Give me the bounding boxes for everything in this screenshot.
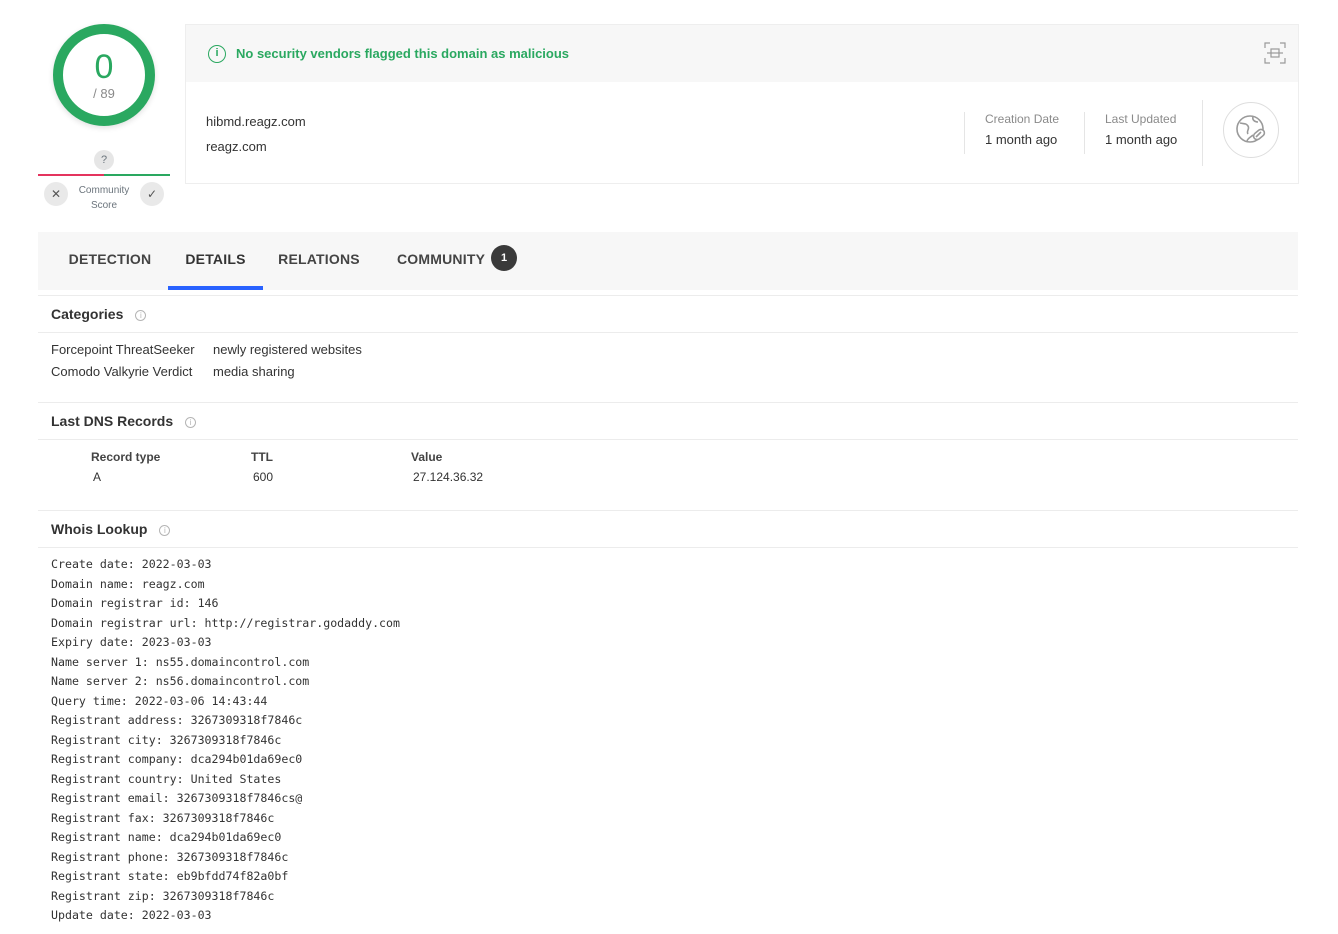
community-score-bar [38, 174, 170, 176]
community-score-label: Community Score [78, 185, 130, 211]
whois-line: Registrant zip: 3267309318f7846c [51, 888, 275, 903]
score-ring: 0 / 89 [53, 24, 155, 126]
divider [38, 510, 1298, 511]
help-circle-icon[interactable]: i [159, 524, 171, 536]
domain-summary-card: i No security vendors flagged this domai… [185, 24, 1299, 184]
whois-line: Domain registrar url: http://registrar.g… [51, 615, 401, 630]
whois-line: Registrant email: 3267309318f7846cs@ [51, 791, 303, 805]
whois-line: Registrant country: United States [51, 771, 282, 786]
active-tab-indicator [168, 286, 263, 290]
whois-line: Registrant city: 3267309318f7846c [51, 732, 282, 747]
detection-score: 0 / 89 [53, 24, 155, 126]
category-row: Comodo Valkyrie Verdict media sharing [51, 364, 295, 379]
whois-line: Registrant company: dca294b01da69ec0 [51, 752, 303, 766]
divider [38, 439, 1298, 440]
info-circle-icon: i [208, 44, 226, 63]
tab-relations[interactable]: RELATIONS [273, 232, 365, 290]
community-score: ? ✕ Community Score ✓ [38, 148, 170, 218]
divider [38, 547, 1298, 548]
whois-text: Create date: 2022-03-03 Domain name: rea… [51, 555, 400, 926]
score-total: / 89 [93, 85, 115, 101]
whois-line: Name server 2: ns56.domaincontrol.com [51, 674, 310, 688]
upvote-icon[interactable]: ✓ [140, 182, 164, 206]
whois-line: Registrant phone: 3267309318f7846c [51, 849, 289, 864]
dns-record-type: A [93, 470, 102, 484]
tab-bar: DETECTION DETAILS RELATIONS COMMUNITY 1 [38, 232, 1298, 290]
domain-info: hibmd.reagz.com reagz.com Creation Date … [186, 82, 1298, 183]
dns-records-heading: Last DNS Records i [51, 413, 197, 429]
status-banner: i No security vendors flagged this domai… [186, 25, 1298, 82]
whois-line: Domain name: reagz.com [51, 576, 205, 591]
dns-header-value: Value [411, 450, 443, 464]
meta-divider [1202, 100, 1203, 166]
creation-date: Creation Date 1 month ago [964, 112, 1059, 154]
whois-line: Create date: 2022-03-03 [51, 557, 212, 571]
whois-line: Name server 1: ns55.domaincontrol.com [51, 654, 310, 669]
globe-link-icon [1223, 102, 1279, 158]
dns-header-record-type: Record type [91, 450, 161, 464]
whois-line: Registrant state: eb9bfdd74f82a0bf [51, 869, 289, 883]
help-circle-icon[interactable]: i [135, 309, 147, 321]
whois-line: Update date: 2022-03-03 [51, 908, 212, 922]
categories-heading: Categories i [51, 306, 147, 322]
category-row: Forcepoint ThreatSeeker newly registered… [51, 342, 362, 357]
divider [38, 295, 1298, 296]
whois-line: Expiry date: 2023-03-03 [51, 635, 212, 649]
dns-header-ttl: TTL [251, 450, 273, 464]
dns-value[interactable]: 27.124.36.32 [413, 470, 483, 484]
parent-domain[interactable]: reagz.com [206, 139, 267, 154]
last-updated: Last Updated 1 month ago [1084, 112, 1177, 154]
whois-heading: Whois Lookup i [51, 521, 171, 537]
whois-line: Domain registrar id: 146 [51, 596, 219, 610]
help-circle-icon[interactable]: i [185, 416, 197, 428]
community-count-badge: 1 [491, 245, 518, 272]
tab-community[interactable]: COMMUNITY 1 [386, 232, 518, 290]
status-message: No security vendors flagged this domain … [236, 46, 570, 61]
dns-ttl: 600 [253, 470, 274, 484]
domain-name[interactable]: hibmd.reagz.com [206, 114, 306, 129]
qr-scan-icon[interactable] [1264, 42, 1286, 64]
tab-details[interactable]: DETAILS [168, 232, 263, 290]
divider [38, 402, 1298, 403]
divider [38, 332, 1298, 333]
tab-detection[interactable]: DETECTION [58, 232, 162, 290]
whois-line: Registrant address: 3267309318f7846c [51, 713, 303, 727]
whois-line: Registrant name: dca294b01da69ec0 [51, 830, 282, 844]
whois-line: Registrant fax: 3267309318f7846c [51, 810, 275, 825]
score-detections: 0 [94, 47, 114, 86]
community-score-value: ? [94, 150, 114, 170]
whois-line: Query time: 2022-03-06 14:43:44 [51, 693, 268, 708]
downvote-icon[interactable]: ✕ [44, 182, 68, 206]
